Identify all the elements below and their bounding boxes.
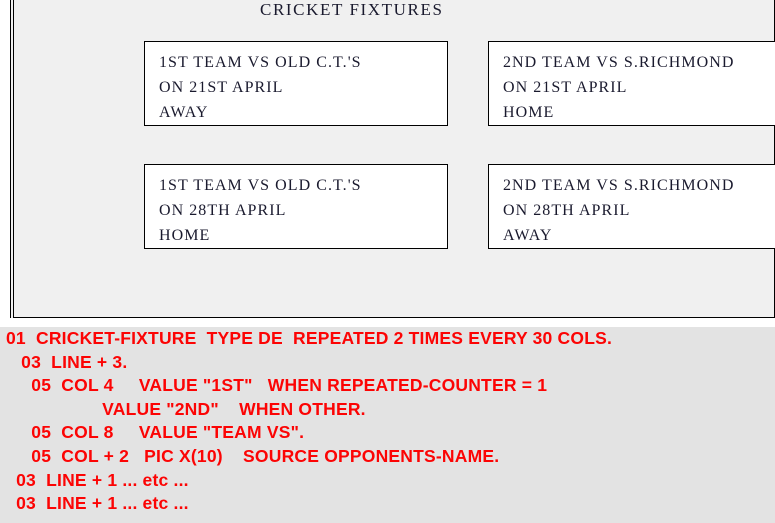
code-line: 03 LINE + 1 ... etc ... — [6, 493, 189, 514]
code-listing: 01 CRICKET-FIXTURE TYPE DE REPEATED 2 TI… — [0, 327, 775, 523]
fixture-box: 2ND TEAM VS S.RICHMOND ON 21ST APRIL HOM… — [488, 41, 775, 126]
fixture-date-line: ON 21ST APRIL — [159, 79, 284, 96]
code-line: 05 COL 8 VALUE "TEAM VS". — [6, 422, 305, 443]
code-line: 03 LINE + 1 ... etc ... — [6, 469, 189, 490]
code-line: 03 LINE + 3. — [6, 351, 128, 372]
report-preview-panel: CRICKET FIXTURES 1ST TEAM VS OLD C.T.'S … — [10, 0, 775, 318]
fixture-box: 1ST TEAM VS OLD C.T.'S ON 21ST APRIL AWA… — [144, 41, 448, 126]
fixture-box: 2ND TEAM VS S.RICHMOND ON 28TH APRIL AWA… — [488, 164, 775, 249]
fixture-box: 1ST TEAM VS OLD C.T.'S ON 28TH APRIL HOM… — [144, 164, 448, 249]
fixture-venue-line: AWAY — [503, 227, 553, 244]
page-title: CRICKET FIXTURES — [260, 0, 444, 19]
code-line: 05 COL + 2 PIC X(10) SOURCE OPPONENTS-NA… — [6, 445, 500, 466]
code-line: 05 COL 4 VALUE "1ST" WHEN REPEATED-COUNT… — [6, 375, 548, 396]
fixture-team-line: 2ND TEAM VS S.RICHMOND — [503, 177, 735, 194]
fixture-date-line: ON 28TH APRIL — [503, 202, 631, 219]
fixture-venue-line: HOME — [159, 227, 211, 244]
fixture-team-line: 2ND TEAM VS S.RICHMOND — [503, 54, 735, 71]
fixture-venue-line: AWAY — [159, 104, 209, 121]
fixture-team-line: 1ST TEAM VS OLD C.T.'S — [159, 54, 362, 71]
report-preview-page: CRICKET FIXTURES 1ST TEAM VS OLD C.T.'S … — [13, 0, 775, 318]
fixture-team-line: 1ST TEAM VS OLD C.T.'S — [159, 177, 362, 194]
code-line: VALUE "2ND" WHEN OTHER. — [6, 398, 366, 419]
fixture-date-line: ON 21ST APRIL — [503, 79, 628, 96]
fixture-venue-line: HOME — [503, 104, 555, 121]
code-line: 01 CRICKET-FIXTURE TYPE DE REPEATED 2 TI… — [6, 328, 613, 348]
fixture-date-line: ON 28TH APRIL — [159, 202, 287, 219]
